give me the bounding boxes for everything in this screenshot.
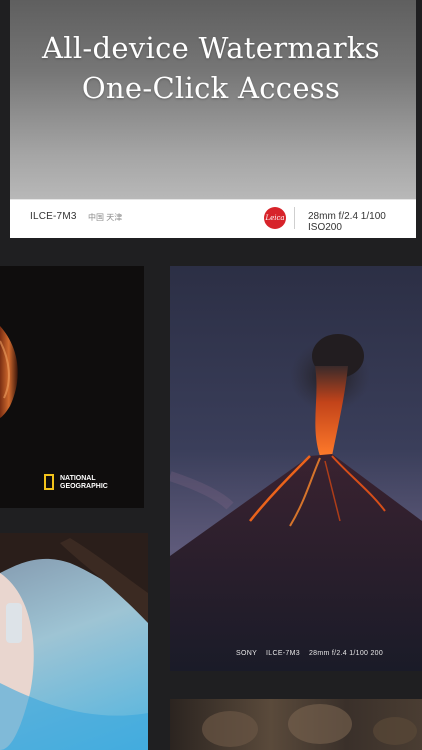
canyon-photo-card[interactable]: [0, 266, 144, 508]
ng-yellow-frame-icon: [44, 474, 54, 490]
headline-line-2: One-Click Access: [81, 71, 341, 105]
canyon-photo: [0, 326, 18, 418]
volcano-photo-card[interactable]: SONY ILCE-7M3 28mm f/2.4 1/100 200: [170, 266, 422, 671]
brand-label: SONY: [236, 650, 258, 657]
volcano-photo: [170, 334, 422, 671]
volcano-watermark: SONY ILCE-7M3 28mm f/2.4 1/100 200: [236, 650, 383, 657]
location-label: 中国 天津: [88, 213, 123, 222]
params-label: 28mm f/2.4 1/100 200: [308, 650, 384, 657]
strip-divider: [294, 207, 295, 229]
headline-line-1: All-device Watermarks: [42, 31, 380, 65]
portrait-photo-card[interactable]: [0, 533, 148, 750]
promo-headline: All-device Watermarks One-Click Access: [0, 28, 422, 108]
model-label: ILCE-7M3: [266, 650, 300, 657]
watermark-strip: ILCE-7M3 中国 天津 Leica 28mm f/2.4 1/100 IS…: [10, 199, 416, 238]
architecture-photo: [202, 704, 417, 747]
architecture-photo-card[interactable]: [170, 699, 422, 750]
portrait-photo: [0, 533, 148, 750]
camera-model-label: ILCE-7M3: [30, 211, 77, 222]
ng-logo-text: NATIONAL GEOGRAPHIC: [60, 475, 108, 490]
exposure-params-label: 28mm f/2.4 1/100 ISO200: [308, 211, 386, 233]
leica-logo: Leica: [264, 207, 286, 229]
